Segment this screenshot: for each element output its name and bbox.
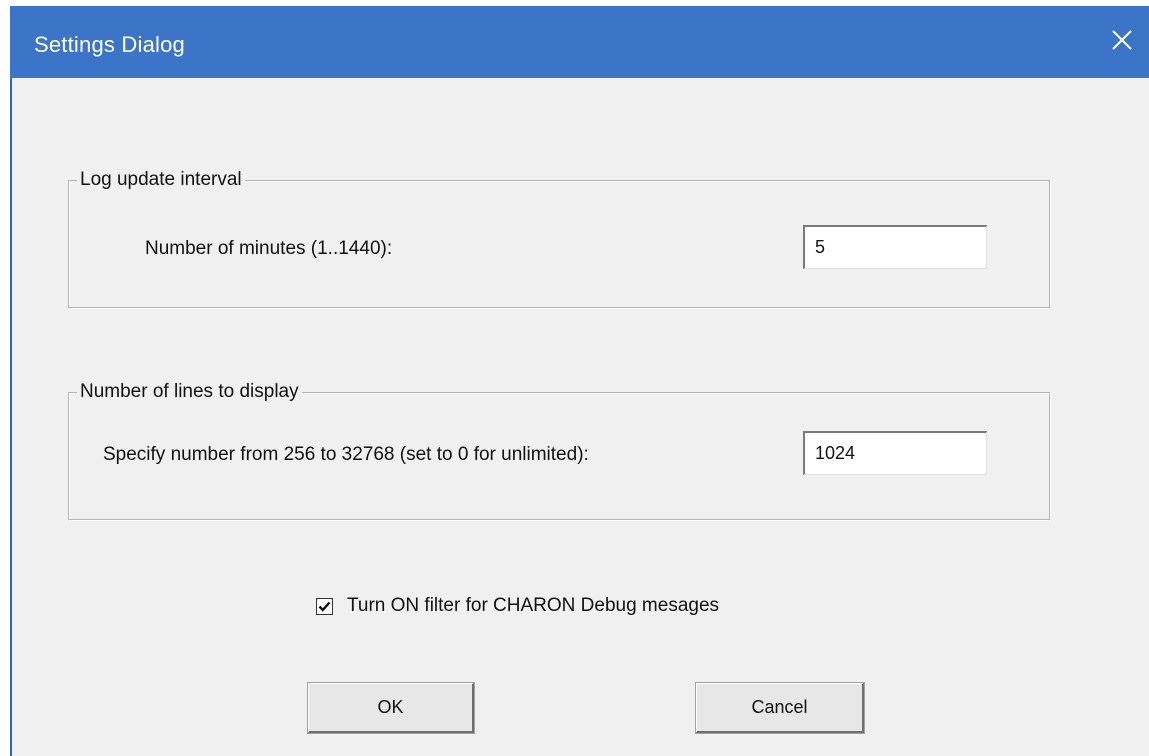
debug-filter-checkbox[interactable]: [316, 597, 333, 615]
minutes-input[interactable]: [803, 225, 987, 269]
lines-legend: Number of lines to display: [77, 379, 302, 405]
log-update-legend: Log update interval: [77, 167, 245, 193]
checkmark-icon: [318, 601, 331, 612]
close-icon: [1111, 29, 1133, 56]
settings-dialog: Settings Dialog Log update interval Numb…: [10, 6, 1149, 756]
cancel-button[interactable]: Cancel: [695, 682, 865, 734]
lines-input[interactable]: [803, 431, 987, 475]
dialog-title: Settings Dialog: [34, 32, 185, 57]
log-update-group: Log update interval Number of minutes (1…: [68, 167, 1050, 308]
debug-filter-label: Turn ON filter for CHARON Debug mesages: [347, 595, 720, 616]
ok-button[interactable]: OK: [307, 682, 475, 734]
cancel-button-label: Cancel: [751, 697, 808, 717]
lines-to-display-group: Number of lines to display Specify numbe…: [68, 379, 1050, 520]
minutes-label: Number of minutes (1..1440):: [145, 238, 393, 259]
debug-filter-checkbox-row[interactable]: Turn ON filter for CHARON Debug mesages: [316, 594, 719, 618]
ok-button-label: OK: [377, 697, 404, 717]
title-bar[interactable]: Settings Dialog: [10, 6, 1149, 78]
close-button[interactable]: [1093, 6, 1149, 78]
lines-label: Specify number from 256 to 32768 (set to…: [103, 444, 589, 465]
